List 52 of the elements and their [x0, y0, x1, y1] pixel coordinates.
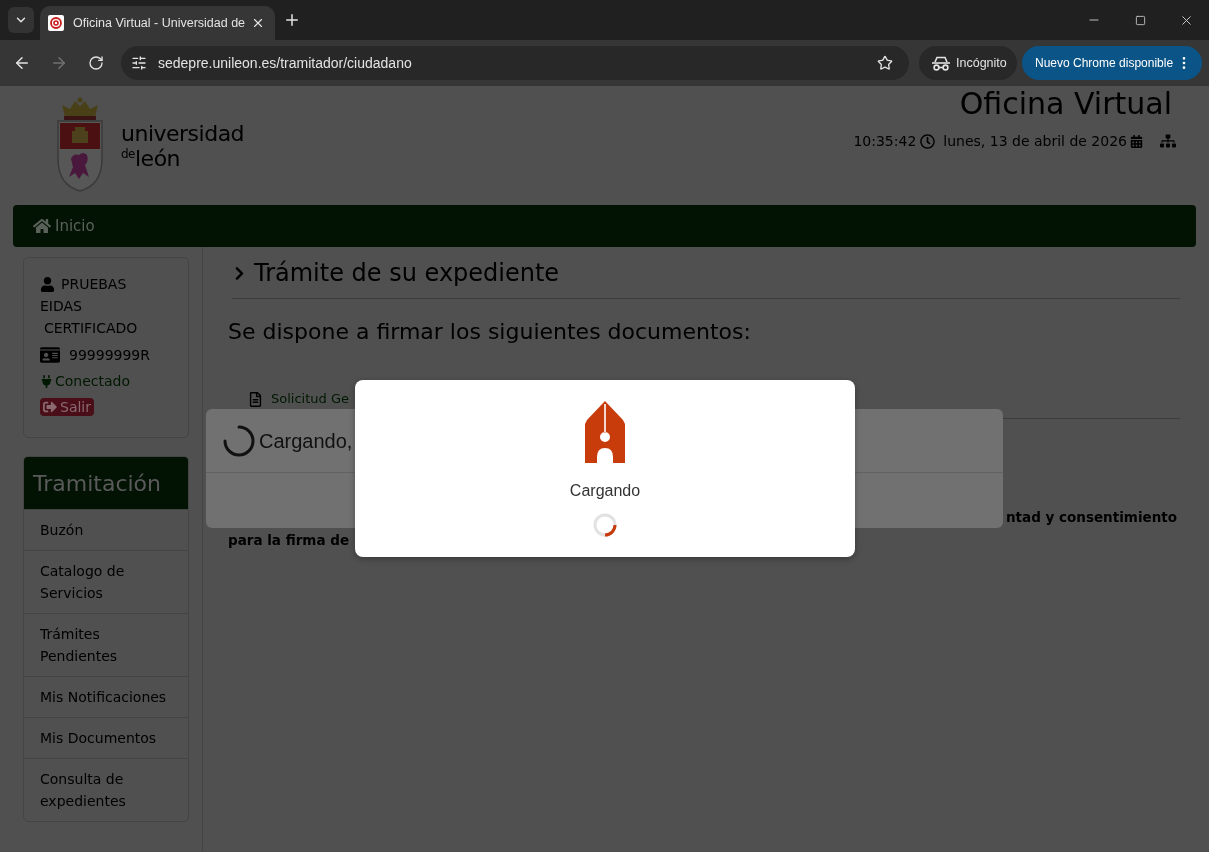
sitemap-icon[interactable] [1160, 133, 1176, 149]
modal-loading-text: Cargando [569, 482, 641, 500]
id-number: 99999999R [69, 346, 150, 365]
current-date: lunes, 13 de abril de 2026 [943, 131, 1127, 151]
calendar-icon [1130, 134, 1143, 148]
plug-icon [40, 374, 53, 388]
coat-of-arms-icon [55, 97, 105, 192]
home-link[interactable]: Inicio [33, 214, 95, 238]
notice-text: ntad y consentimiento [1006, 508, 1177, 527]
reload-icon[interactable] [88, 55, 104, 71]
menu-item[interactable]: Mis Notificaciones [24, 676, 188, 717]
menu-title: Tramitación [24, 457, 188, 509]
menu-item[interactable]: Catalogo de Servicios [24, 550, 188, 613]
dropdown-button[interactable] [8, 7, 34, 33]
menu-item[interactable]: Consulta de expedientes [24, 758, 188, 821]
user-name-line: CERTIFICADO [43, 319, 138, 338]
user-icon [40, 276, 55, 292]
bookmark-star-icon[interactable] [877, 55, 893, 71]
maximize-icon[interactable] [1134, 14, 1146, 26]
pen-nib-icon [585, 401, 625, 463]
back-icon[interactable] [13, 54, 31, 72]
spinner-icon [593, 513, 617, 537]
menu-item[interactable]: Trámites Pendientes [24, 613, 188, 676]
user-name-line: EIDAS [40, 297, 82, 316]
sliders-icon[interactable] [131, 55, 147, 71]
close-icon[interactable] [251, 16, 265, 30]
user-name-line: PRUEBAS [61, 275, 127, 294]
spinner-icon [223, 424, 255, 457]
document-link[interactable]: Solicitud Ge [271, 389, 349, 409]
incognito-icon [931, 55, 951, 71]
logout-icon [43, 400, 57, 414]
section-heading: Trámite de su expediente [254, 258, 560, 288]
page-title: Oficina Virtual [959, 86, 1172, 122]
menu-item[interactable]: Buzón [24, 509, 188, 550]
document-icon [248, 391, 263, 407]
connection-status: Conectado [55, 372, 131, 391]
new-tab-icon[interactable] [283, 11, 301, 29]
notice-text: para la firma de [228, 531, 350, 550]
incognito-indicator[interactable]: Incógnito [919, 46, 1017, 80]
id-card-icon [40, 345, 60, 365]
menu-item[interactable]: Mis Documentos [24, 717, 188, 758]
university-logo-text: universidad $^{de}$león [121, 124, 245, 170]
home-icon [33, 217, 51, 235]
current-time: 10:35:42 [853, 131, 917, 151]
loading-text: Cargando, [259, 428, 353, 454]
browser-tab[interactable]: Oficina Virtual - Universidad de [40, 6, 275, 40]
clock-icon [920, 133, 936, 149]
intro-text: Se dispone a firmar los siguientes documentos: [228, 318, 751, 345]
logout-button[interactable]: Salir [40, 398, 94, 416]
update-chrome-button[interactable]: Nuevo Chrome disponible [1022, 46, 1202, 80]
favicon-icon [48, 15, 64, 31]
address-bar[interactable]: sedepre.unileon.es/tramitador/ciudadano [121, 46, 909, 80]
